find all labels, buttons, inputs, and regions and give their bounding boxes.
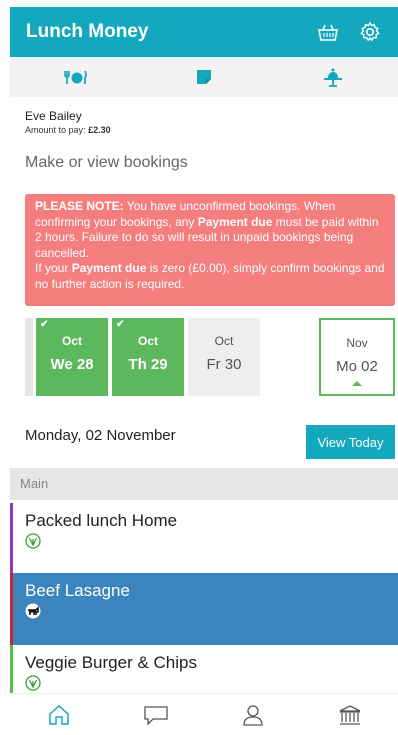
user-icon[interactable] — [238, 700, 268, 730]
date-month: Oct — [61, 334, 82, 348]
notice-payment-due: Payment due — [197, 214, 273, 229]
vegetarian-icon — [25, 675, 41, 691]
meal-item-packed-lunch[interactable]: Packed lunch Home — [10, 503, 398, 573]
basket-icon[interactable] — [314, 18, 342, 46]
bottom-nav — [10, 693, 398, 735]
meal-icon[interactable] — [55, 63, 95, 91]
date-month: Oct — [214, 334, 234, 348]
notice-payment-due-2: Payment due — [71, 261, 147, 275]
date-strip-edge — [25, 318, 33, 396]
section-header-main: Main — [10, 468, 398, 500]
beef-icon — [25, 603, 41, 619]
date-day: Fr 30 — [206, 356, 242, 373]
notice-text-3: If your — [35, 261, 72, 275]
booked-check-icon: ✔ — [40, 319, 49, 330]
note-icon[interactable] — [184, 63, 224, 91]
app-screen: Lunch Money Eve Bailey Amount to pay: £2… — [0, 0, 398, 735]
date-day: Mo 02 — [336, 358, 378, 375]
date-day: Th 29 — [128, 356, 168, 373]
pupil-info: Eve Bailey Amount to pay: £2.30 — [25, 109, 111, 135]
date-month: Nov — [346, 336, 368, 350]
date-strip: ✔ Oct We 28 ✔ Oct Th 29 Oct Fr 30 Nov Mo… — [25, 316, 398, 398]
meal-name: Beef Lasagne — [25, 581, 130, 600]
date-card-th-29[interactable]: ✔ Oct Th 29 — [112, 318, 184, 396]
home-icon[interactable] — [44, 700, 74, 730]
section-nav — [10, 57, 398, 97]
amount-to-pay: Amount to pay: £2.30 — [25, 125, 111, 135]
bank-icon[interactable] — [335, 700, 365, 730]
booked-check-icon: ✔ — [116, 319, 125, 330]
gear-icon[interactable] — [356, 18, 384, 46]
amount-label: Amount to pay: — [25, 125, 86, 135]
pupil-name: Eve Bailey — [25, 109, 82, 123]
date-card-mo-02[interactable]: Nov Mo 02 — [319, 318, 395, 396]
notice-label: PLEASE NOTE: — [35, 199, 124, 213]
chat-icon[interactable] — [141, 700, 171, 730]
unconfirmed-notice: PLEASE NOTE: You have unconfirmed bookin… — [25, 194, 395, 306]
meal-name: Packed lunch Home — [25, 511, 178, 530]
app-title: Lunch Money — [26, 21, 149, 42]
selected-caret-icon — [352, 381, 362, 386]
view-today-button[interactable]: View Today — [306, 425, 395, 459]
amount-value: £2.30 — [88, 125, 111, 135]
date-month: Oct — [137, 334, 158, 348]
meal-item-beef-lasagne[interactable]: Beef Lasagne — [10, 573, 398, 645]
meal-name: Veggie Burger & Chips — [25, 653, 197, 672]
date-day: We 28 — [50, 356, 94, 373]
date-card-fr-30[interactable]: Oct Fr 30 — [188, 318, 260, 396]
meal-item-veggie-burger[interactable]: Veggie Burger & Chips — [10, 645, 398, 693]
vegetarian-icon — [25, 533, 41, 549]
tray-icon[interactable] — [313, 63, 353, 91]
date-card-we-28[interactable]: ✔ Oct We 28 — [36, 318, 108, 396]
top-bar: Lunch Money — [10, 7, 398, 57]
page-heading: Make or view bookings — [25, 154, 188, 171]
selected-day-label: Monday, 02 November — [25, 427, 176, 444]
